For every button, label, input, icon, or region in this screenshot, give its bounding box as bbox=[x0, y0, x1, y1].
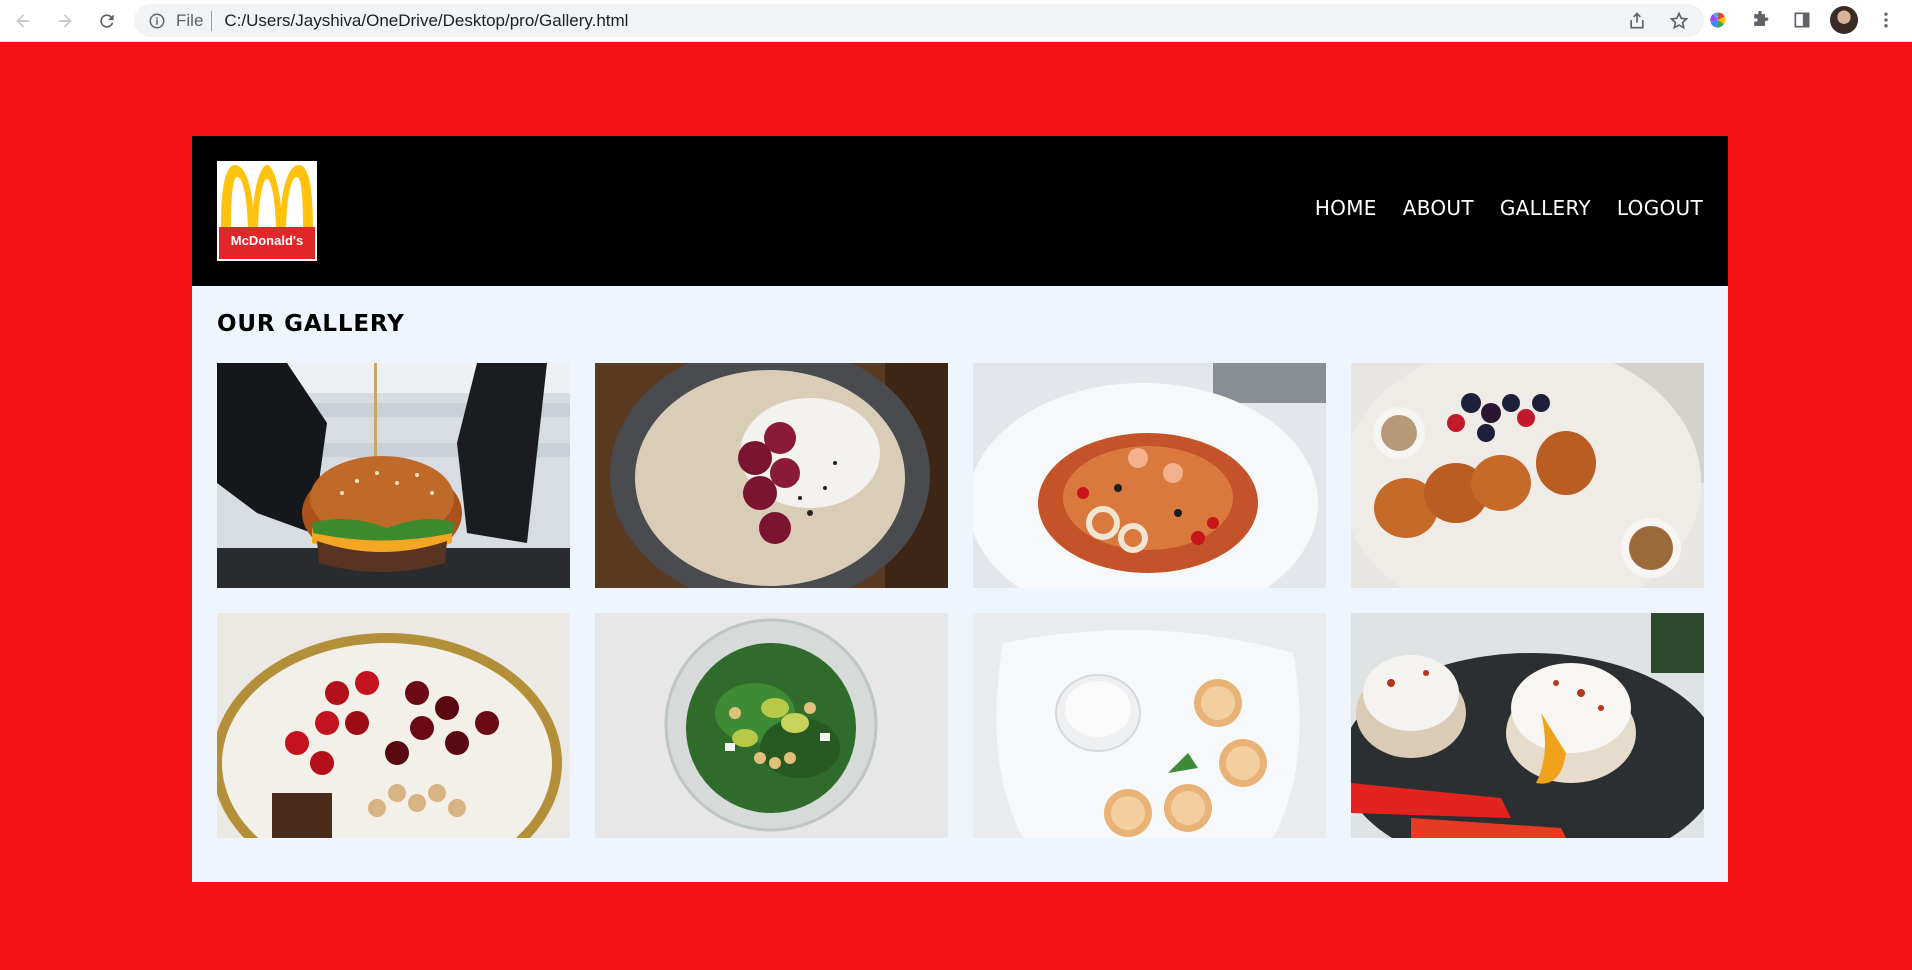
address-separator bbox=[211, 10, 213, 31]
gallery-grid bbox=[217, 363, 1704, 838]
back-icon[interactable] bbox=[8, 6, 38, 36]
logo-text: McDonald's bbox=[230, 233, 304, 248]
content-container: McDonald's HOME ABOUT GALLERY LOGOUT OUR… bbox=[192, 136, 1728, 882]
url-text[interactable]: C:/Users/Jayshiva/OneDrive/Desktop/pro/G… bbox=[224, 11, 628, 31]
color-picker-extension-icon[interactable] bbox=[1704, 6, 1732, 34]
nav-about-link[interactable]: ABOUT bbox=[1403, 196, 1474, 220]
bookmark-star-icon[interactable] bbox=[1668, 10, 1690, 32]
gallery-image-pasta[interactable] bbox=[973, 363, 1326, 588]
mcdonalds-logo[interactable]: McDonald's bbox=[217, 161, 317, 261]
gallery-image-oatmeal[interactable] bbox=[595, 363, 948, 588]
gallery-image-poached-eggs[interactable] bbox=[1351, 613, 1704, 838]
gallery-image-salad[interactable] bbox=[595, 613, 948, 838]
address-bar[interactable]: File C:/Users/Jayshiva/OneDrive/Desktop/… bbox=[134, 4, 1704, 37]
file-label: File bbox=[176, 10, 204, 30]
info-icon[interactable] bbox=[148, 12, 166, 30]
share-icon[interactable] bbox=[1626, 10, 1648, 32]
nav-gallery-link[interactable]: GALLERY bbox=[1500, 196, 1591, 220]
site-header: McDonald's HOME ABOUT GALLERY LOGOUT bbox=[192, 136, 1728, 286]
gallery-title: OUR GALLERY bbox=[217, 311, 405, 337]
forward-icon[interactable] bbox=[50, 6, 80, 36]
reload-icon[interactable] bbox=[92, 6, 122, 36]
profile-avatar[interactable] bbox=[1830, 6, 1858, 34]
nav-logout-link[interactable]: LOGOUT bbox=[1617, 196, 1703, 220]
gallery-image-cherries[interactable] bbox=[217, 613, 570, 838]
more-menu-icon[interactable] bbox=[1872, 6, 1900, 34]
side-panel-icon[interactable] bbox=[1788, 6, 1816, 34]
main-navigation: HOME ABOUT GALLERY LOGOUT bbox=[1315, 196, 1703, 220]
nav-home-link[interactable]: HOME bbox=[1315, 196, 1377, 220]
extensions-puzzle-icon[interactable] bbox=[1746, 6, 1774, 34]
gallery-image-pancakes[interactable] bbox=[1351, 363, 1704, 588]
page-background: McDonald's HOME ABOUT GALLERY LOGOUT OUR… bbox=[0, 42, 1912, 970]
gallery-image-burger[interactable] bbox=[217, 363, 570, 588]
gallery-image-cheese-pancakes[interactable] bbox=[973, 613, 1326, 838]
browser-toolbar: File C:/Users/Jayshiva/OneDrive/Desktop/… bbox=[0, 0, 1912, 42]
